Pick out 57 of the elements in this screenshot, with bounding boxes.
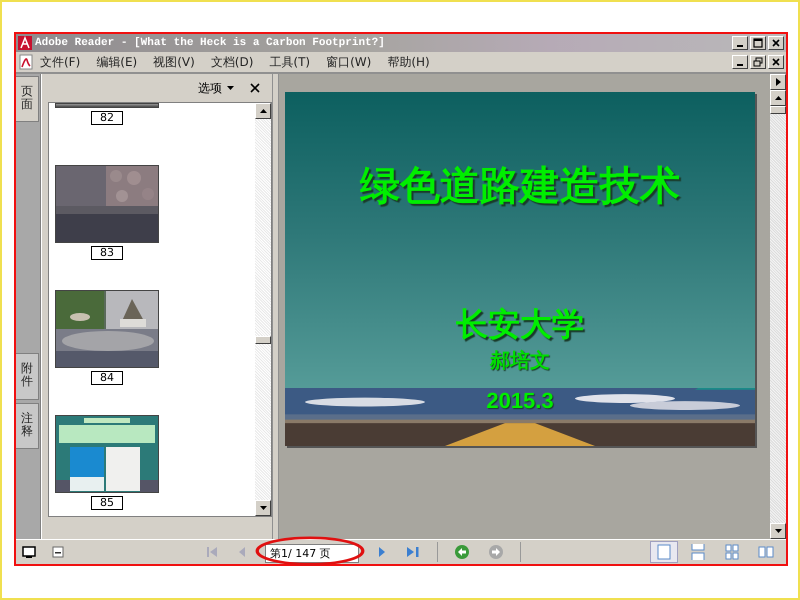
single-view-button[interactable]: [650, 541, 678, 563]
caret-icon: [227, 86, 234, 90]
minimize-icon: [737, 64, 743, 66]
menu-item[interactable]: 文档(D): [210, 54, 254, 70]
menu-item[interactable]: 窗口(W): [326, 54, 372, 70]
window-title: Adobe Reader - [What the Heck is a Carbon Footprint?]: [35, 37, 385, 49]
continuous-pages-icon: [691, 544, 705, 560]
scroll-down-icon[interactable]: [260, 506, 266, 510]
minimize-icon: [737, 45, 743, 47]
last-page-icon[interactable]: [405, 545, 421, 559]
scroll-up-icon[interactable]: [774, 96, 782, 100]
maximize-icon: [753, 38, 763, 48]
expand-arrow-icon[interactable]: [776, 78, 780, 86]
close-button[interactable]: [768, 36, 784, 50]
slide-author: 郝培文: [490, 347, 550, 374]
page-number-label: 85: [91, 496, 123, 510]
slide-title: 绿色道路建造技术: [360, 162, 680, 211]
menu-item[interactable]: 视图(V): [153, 54, 195, 70]
scrollbar[interactable]: [770, 74, 786, 539]
page-number-label: 83: [91, 246, 123, 260]
two-pages-icon: [758, 544, 774, 560]
options-menu-button[interactable]: 选项: [198, 80, 234, 96]
slide-subtitle: 长安大学: [456, 304, 584, 345]
reader-logo-icon: [18, 36, 32, 50]
close-icon: [771, 57, 781, 67]
scroll-thumb[interactable]: [255, 336, 271, 344]
side-tab[interactable]: 注释: [16, 402, 39, 449]
scrollbar[interactable]: [255, 103, 271, 516]
close-icon[interactable]: [250, 83, 260, 93]
side-tab[interactable]: 附件: [16, 353, 39, 400]
splitter-handle[interactable]: [272, 74, 279, 539]
page-number-label: 84: [91, 371, 123, 385]
next-page-icon[interactable]: [377, 545, 387, 559]
single-page-icon: [657, 544, 671, 560]
restore-icon: [753, 57, 763, 67]
menu-item[interactable]: 帮助(H): [387, 54, 430, 70]
menu-item[interactable]: 编辑(E): [96, 54, 138, 70]
side-tab[interactable]: 页面: [16, 76, 39, 122]
menu-item[interactable]: 文件(F): [40, 54, 80, 70]
page-grid-icon: [725, 544, 739, 560]
scroll-down-icon[interactable]: [774, 529, 782, 533]
close-button[interactable]: [768, 55, 784, 69]
page-number-field[interactable]: 第1/ 147 页: [265, 544, 359, 562]
monitor-icon[interactable]: [22, 546, 36, 558]
restore-button[interactable]: [750, 55, 766, 69]
close-icon: [771, 38, 781, 48]
slide-date: 2015.3: [486, 388, 554, 414]
scroll-thumb[interactable]: [770, 106, 786, 114]
document-icon[interactable]: [52, 546, 64, 558]
back-icon[interactable]: [454, 544, 470, 560]
minimize-button[interactable]: [732, 55, 748, 69]
scroll-up-icon[interactable]: [260, 109, 266, 113]
maximize-button[interactable]: [750, 36, 766, 50]
minimize-button[interactable]: [732, 36, 748, 50]
pdf-document-icon: [18, 54, 34, 70]
menu-item[interactable]: 工具(T): [269, 54, 310, 70]
page-number-label: 82: [91, 111, 123, 125]
